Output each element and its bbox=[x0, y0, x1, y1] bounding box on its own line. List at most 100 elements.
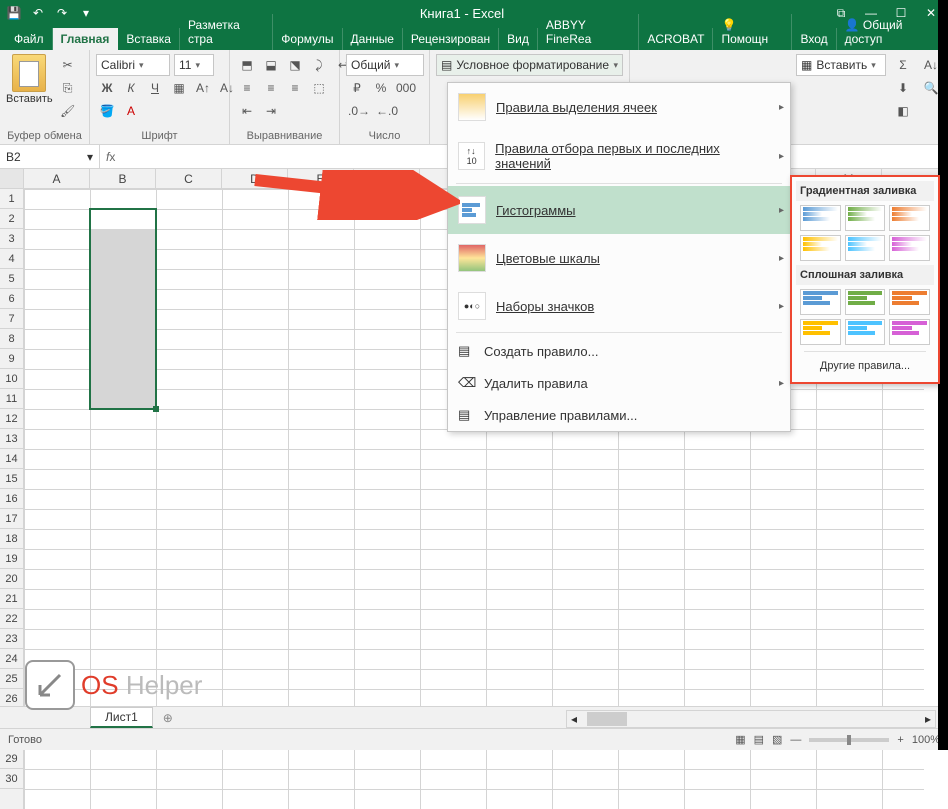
row-header[interactable]: 21 bbox=[0, 589, 23, 609]
row-header[interactable]: 4 bbox=[0, 249, 23, 269]
row-header[interactable]: 11 bbox=[0, 389, 23, 409]
col-header[interactable]: A bbox=[24, 169, 90, 188]
currency-icon[interactable]: ₽ bbox=[346, 77, 368, 99]
border-icon[interactable]: ▦ bbox=[168, 77, 190, 99]
tab-formulas[interactable]: Формулы bbox=[273, 28, 342, 50]
format-painter-icon[interactable]: 🖌 bbox=[57, 100, 79, 122]
underline-button[interactable]: Ч bbox=[144, 77, 166, 99]
align-top-icon[interactable]: ⬒ bbox=[236, 54, 258, 76]
row-header[interactable]: 13 bbox=[0, 429, 23, 449]
inc-indent-icon[interactable]: ⇥ bbox=[260, 100, 282, 122]
row-header[interactable]: 6 bbox=[0, 289, 23, 309]
save-icon[interactable]: 💾 bbox=[4, 3, 24, 23]
inc-decimal-icon[interactable]: .0→ bbox=[346, 100, 372, 122]
new-sheet-icon[interactable]: ⊕ bbox=[153, 711, 183, 725]
row-header[interactable]: 19 bbox=[0, 549, 23, 569]
dec-indent-icon[interactable]: ⇤ bbox=[236, 100, 258, 122]
autosum-icon[interactable]: Σ bbox=[892, 54, 914, 76]
menu-new-rule[interactable]: ▤Создать правило... bbox=[448, 335, 790, 367]
row-header[interactable]: 30 bbox=[0, 769, 23, 789]
horizontal-scrollbar[interactable]: ◂▸ bbox=[566, 710, 936, 728]
tab-file[interactable]: Файл bbox=[6, 28, 53, 50]
paste-label[interactable]: Вставить bbox=[6, 93, 53, 105]
row-header[interactable]: 7 bbox=[0, 309, 23, 329]
tab-home[interactable]: Главная bbox=[53, 28, 119, 50]
solid-orange[interactable] bbox=[800, 319, 841, 345]
paste-icon[interactable] bbox=[12, 54, 46, 92]
menu-clear-rules[interactable]: ⌫Удалить правила▸ bbox=[448, 367, 790, 399]
view-pagebreak-icon[interactable]: ▧ bbox=[772, 733, 782, 746]
font-color-icon[interactable]: A bbox=[120, 100, 142, 122]
tab-insert[interactable]: Вставка bbox=[118, 28, 180, 50]
menu-manage-rules[interactable]: ▤Управление правилами... bbox=[448, 399, 790, 431]
gradient-green[interactable] bbox=[845, 205, 886, 231]
solid-green[interactable] bbox=[845, 289, 886, 315]
copy-icon[interactable]: ⎘ bbox=[57, 77, 79, 99]
row-header[interactable]: 2 bbox=[0, 209, 23, 229]
row-header[interactable]: 12 bbox=[0, 409, 23, 429]
align-left-icon[interactable]: ≡ bbox=[236, 77, 258, 99]
tab-abbyy[interactable]: ABBYY FineRea bbox=[538, 14, 639, 50]
increase-font-icon[interactable]: A↑ bbox=[192, 77, 214, 99]
tab-data[interactable]: Данные bbox=[343, 28, 403, 50]
solid-red[interactable] bbox=[889, 289, 930, 315]
font-size-combo[interactable]: 11▾ bbox=[174, 54, 214, 76]
orientation-icon[interactable]: ⤸ bbox=[308, 54, 330, 76]
gradient-purple[interactable] bbox=[889, 235, 930, 261]
sheet-tab[interactable]: Лист1 bbox=[90, 707, 153, 728]
solid-purple[interactable] bbox=[889, 319, 930, 345]
row-header[interactable]: 18 bbox=[0, 529, 23, 549]
zoom-out-icon[interactable]: — bbox=[790, 734, 801, 746]
menu-color-scales[interactable]: Цветовые шкалы▸ bbox=[448, 234, 790, 282]
clear-icon[interactable]: ◧ bbox=[892, 100, 914, 122]
row-header[interactable]: 16 bbox=[0, 489, 23, 509]
row-header[interactable]: 5 bbox=[0, 269, 23, 289]
fill-color-icon[interactable]: 🪣 bbox=[96, 100, 118, 122]
row-header[interactable]: 29 bbox=[0, 749, 23, 769]
row-header[interactable]: 15 bbox=[0, 469, 23, 489]
font-combo[interactable]: Calibri▾ bbox=[96, 54, 170, 76]
row-header[interactable]: 8 bbox=[0, 329, 23, 349]
row-header[interactable]: 9 bbox=[0, 349, 23, 369]
number-format-combo[interactable]: Общий▾ bbox=[346, 54, 424, 76]
menu-icon-sets[interactable]: ●◐○ Наборы значков▸ bbox=[448, 282, 790, 330]
fx-icon[interactable]: fx bbox=[100, 150, 121, 164]
redo-icon[interactable]: ↷ bbox=[52, 3, 72, 23]
zoom-level[interactable]: 100% bbox=[912, 734, 940, 746]
row-header[interactable]: 20 bbox=[0, 569, 23, 589]
fill-handle[interactable] bbox=[153, 406, 159, 412]
percent-icon[interactable]: % bbox=[370, 77, 392, 99]
bold-button[interactable]: Ж bbox=[96, 77, 118, 99]
align-right-icon[interactable]: ≡ bbox=[284, 77, 306, 99]
row-header[interactable]: 14 bbox=[0, 449, 23, 469]
align-middle-icon[interactable]: ⬓ bbox=[260, 54, 282, 76]
zoom-slider[interactable] bbox=[809, 738, 889, 742]
tab-review[interactable]: Рецензирован bbox=[403, 28, 499, 50]
flyout-more-rules[interactable]: Другие правила... bbox=[796, 354, 934, 378]
italic-button[interactable]: К bbox=[120, 77, 142, 99]
tab-share[interactable]: 👤 Общий доступ bbox=[837, 14, 948, 50]
row-header[interactable]: 23 bbox=[0, 629, 23, 649]
tab-view[interactable]: Вид bbox=[499, 28, 538, 50]
solid-lightblue[interactable] bbox=[845, 319, 886, 345]
gradient-lightblue[interactable] bbox=[845, 235, 886, 261]
select-all-corner[interactable] bbox=[0, 169, 24, 188]
tab-acrobat[interactable]: ACROBAT bbox=[639, 28, 713, 50]
align-bottom-icon[interactable]: ⬔ bbox=[284, 54, 306, 76]
tab-signin[interactable]: Вход bbox=[792, 28, 836, 50]
row-header[interactable]: 10 bbox=[0, 369, 23, 389]
menu-highlight-cells[interactable]: Правила выделения ячеек▸ bbox=[448, 83, 790, 131]
solid-blue[interactable] bbox=[800, 289, 841, 315]
comma-icon[interactable]: 000 bbox=[394, 77, 418, 99]
col-header[interactable]: C bbox=[156, 169, 222, 188]
merge-icon[interactable]: ⬚ bbox=[308, 77, 330, 99]
name-box[interactable]: B2▾ bbox=[0, 145, 100, 168]
tab-tell-me[interactable]: 💡 Помощн bbox=[713, 14, 792, 50]
view-layout-icon[interactable]: ▤ bbox=[754, 733, 764, 746]
row-header[interactable]: 25 bbox=[0, 669, 23, 689]
menu-data-bars[interactable]: Гистограммы▸ bbox=[448, 186, 790, 234]
gradient-blue[interactable] bbox=[800, 205, 841, 231]
conditional-formatting-button[interactable]: ▤Условное форматирование▾ bbox=[436, 54, 623, 76]
undo-icon[interactable]: ↶ bbox=[28, 3, 48, 23]
cut-icon[interactable]: ✂ bbox=[57, 54, 79, 76]
